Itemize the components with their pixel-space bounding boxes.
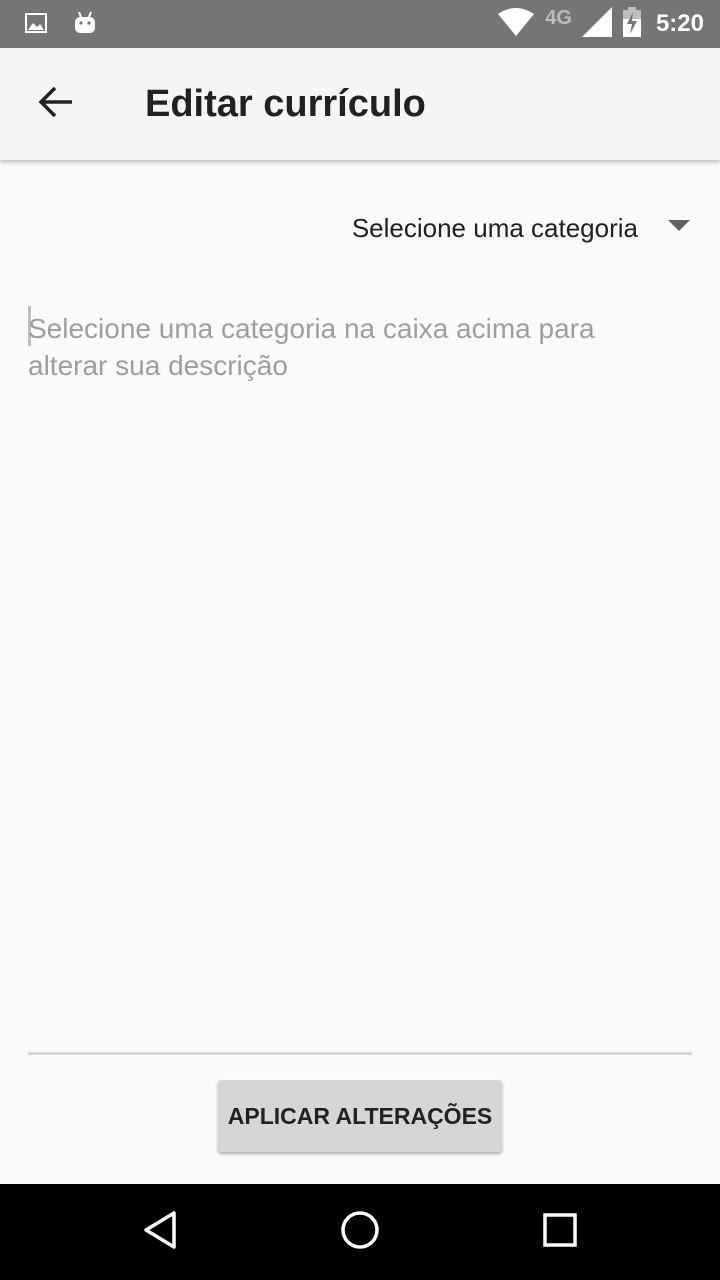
description-placeholder: Selecione uma categoria na caixa acima p…	[28, 313, 595, 381]
square-recents-icon	[542, 1212, 578, 1253]
triangle-back-icon	[142, 1210, 178, 1255]
app-bar: Editar currículo	[0, 48, 720, 160]
network-type: 4G	[545, 6, 572, 29]
wifi-icon	[497, 7, 535, 41]
circle-home-icon	[340, 1210, 380, 1255]
description-textarea[interactable]: Selecione uma categoria na caixa acima p…	[28, 306, 692, 1055]
cell-signal-icon	[581, 6, 612, 42]
status-bar: 4G 5:20	[0, 0, 720, 48]
back-button[interactable]	[36, 84, 76, 124]
nav-home-button[interactable]	[338, 1210, 382, 1254]
apply-changes-button[interactable]: APLICAR ALTERAÇÕES	[218, 1080, 502, 1152]
android-notification-icon	[72, 10, 98, 41]
category-spinner[interactable]: Selecione uma categoria	[352, 200, 690, 256]
category-spinner-value: Selecione uma categoria	[351, 212, 638, 243]
arrow-back-icon	[38, 86, 74, 123]
battery-charging-icon	[622, 6, 642, 42]
dropdown-arrow-icon	[668, 219, 690, 237]
nav-back-button[interactable]	[138, 1210, 182, 1254]
page-title: Editar currículo	[145, 83, 426, 125]
clock: 5:20	[655, 10, 704, 37]
nav-recents-button[interactable]	[538, 1210, 582, 1254]
image-notification-icon	[24, 11, 48, 40]
navigation-bar	[0, 1184, 720, 1280]
